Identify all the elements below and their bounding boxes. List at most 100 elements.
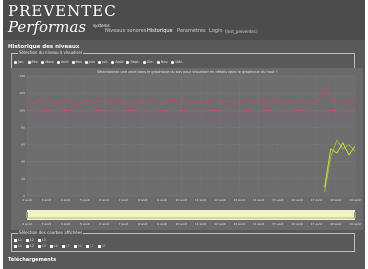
x-tick-label: 14 août [253,198,265,202]
radio-dot-icon [56,60,60,64]
radio-dot-icon [14,60,17,64]
navigator-handle-left[interactable] [26,212,28,218]
x-tick-label: 19 août [349,198,361,202]
checkbox-icon [25,244,29,248]
y-tick-label: 60 [21,143,25,147]
navigator-tick-label: 2 août [22,222,32,226]
series-label: L1 [18,244,22,248]
history-chart[interactable]: 1401201008060402002 août 3 août 4 août 5 ao… [11,68,363,230]
level-option-0[interactable]: Jan. [14,60,25,64]
series-checkbox-row2-4[interactable]: L5 [61,244,70,248]
y-tick-label: 120 [19,91,25,95]
series-checkbox-row2-1[interactable]: L2 [25,244,34,248]
level-option-6[interactable]: Juil. [98,60,108,64]
checkbox-icon [37,244,41,248]
y-tick-label: 80 [21,125,25,129]
series-selection-fieldset: Sélection des courbes affichées L1 L2 L3 L… [11,230,355,252]
series-checkbox-row2-0[interactable]: L1 [14,244,22,248]
series-label: L4 [53,244,58,248]
x-tick-label: 7 août [119,198,129,202]
level-option-label: Oct. [146,60,154,64]
radio-dot-icon [142,60,146,64]
radio-dot-icon [71,60,75,64]
level-option-2[interactable]: Mars [41,60,54,64]
series-label: L3 [41,238,46,242]
radio-dot-icon [27,60,31,64]
checkbox-icon [85,244,89,248]
series-checkbox-row2-7[interactable]: L8 [97,244,106,248]
series-row-2: L1 L2 L3 L4 L5 L6 L7 L8 [14,244,110,248]
x-tick-label: 6 août [99,198,109,202]
level-option-3[interactable]: Avril [56,60,69,64]
level-option-9[interactable]: Oct. [142,60,154,64]
series-checkbox-row1-0[interactable]: L1 [14,238,22,242]
level-option-4[interactable]: Mai [71,60,82,64]
navigator-tick-label: 19 août [349,222,361,226]
nav-parametres[interactable]: Paramètres [177,28,206,34]
level-radio-group: Jan. Fév. Mars Avril Mai Juin Juil. Août Sept. Oc… [14,60,186,64]
radio-dot-icon [41,60,45,64]
series-checkbox-row1-1[interactable]: L2 [25,238,34,242]
range-navigator[interactable] [27,210,355,220]
level-option-1[interactable]: Fév. [27,60,38,64]
series-label: L6 [77,244,82,248]
level-option-11[interactable]: Déc. [171,60,183,64]
y-tick-label: 100 [19,108,25,112]
brand-logo-bottom: Performas [8,18,87,36]
x-tick-label: 16 août [291,198,303,202]
series-label: L2 [29,238,34,242]
level-option-label: Août [115,60,124,64]
level-option-label: Mai [75,60,82,64]
level-option-7[interactable]: Août [111,60,123,64]
radio-dot-icon [98,60,102,64]
navigator-tick-label: 6 août [99,222,109,226]
level-selection-legend: Sélection du niveau à visualiser [18,50,84,55]
series-checkbox-row2-5[interactable]: L6 [73,244,82,248]
x-tick-label: 12 août [214,198,226,202]
series-label: L5 [65,244,70,248]
checkbox-icon [61,244,65,248]
navigator-tick-label: 7 août [119,222,129,226]
nav-user: (Inst_preventec) [225,29,258,34]
plot-area [27,76,355,196]
y-tick-label: 140 [19,74,25,78]
navigator-handle-right[interactable] [354,212,356,218]
navigator-tick-label: 3 août [41,222,51,226]
y-tick-label: 20 [21,177,25,181]
series-selection-legend: Sélection des courbes affichées [18,230,84,235]
checkbox-icon [14,244,17,248]
x-tick-label: 3 août [41,198,51,202]
radio-dot-icon [111,60,115,64]
level-option-8[interactable]: Sept. [126,60,140,64]
navigator-tick-label: 16 août [291,222,303,226]
level-option-label: Juil. [102,60,109,64]
level-option-label: Jan. [18,60,25,64]
radio-dot-icon [171,60,175,64]
nav-niveaux-sonores[interactable]: Niveaux sonores [105,28,146,34]
series-label: L8 [101,244,106,248]
navigator-tick-label: 13 août [233,222,245,226]
nav-login[interactable]: Login [209,28,223,34]
series-checkbox-row2-2[interactable]: L3 [37,244,46,248]
nav-historique[interactable]: Historique [147,28,173,34]
navigator-tick-label: 5 août [80,222,90,226]
series-label: L1 [18,238,22,242]
series-label: L7 [89,244,94,248]
x-tick-label: 5 août [80,198,90,202]
navigator-tick-label: 14 août [253,222,265,226]
x-tick-label: 13 août [233,198,245,202]
series-row-1: L1 L2 L3 [14,238,50,242]
series-checkbox-row2-6[interactable]: L7 [85,244,94,248]
app-window: PREVENTEC Performas systems Niveaux sono… [3,0,365,269]
navigator-tick-label: 12 août [214,222,226,226]
checkbox-icon [49,244,53,248]
series-checkbox-row2-3[interactable]: L4 [49,244,58,248]
series-checkbox-row1-2[interactable]: L3 [37,238,46,242]
level-option-label: Mars [45,60,54,64]
level-option-5[interactable]: Juin [84,60,96,64]
level-option-10[interactable]: Nov. [156,60,169,64]
level-option-label: Juin [88,60,96,64]
radio-dot-icon [84,60,88,64]
level-option-label: Nov. [160,60,169,64]
x-tick-label: 2 août [22,198,32,202]
